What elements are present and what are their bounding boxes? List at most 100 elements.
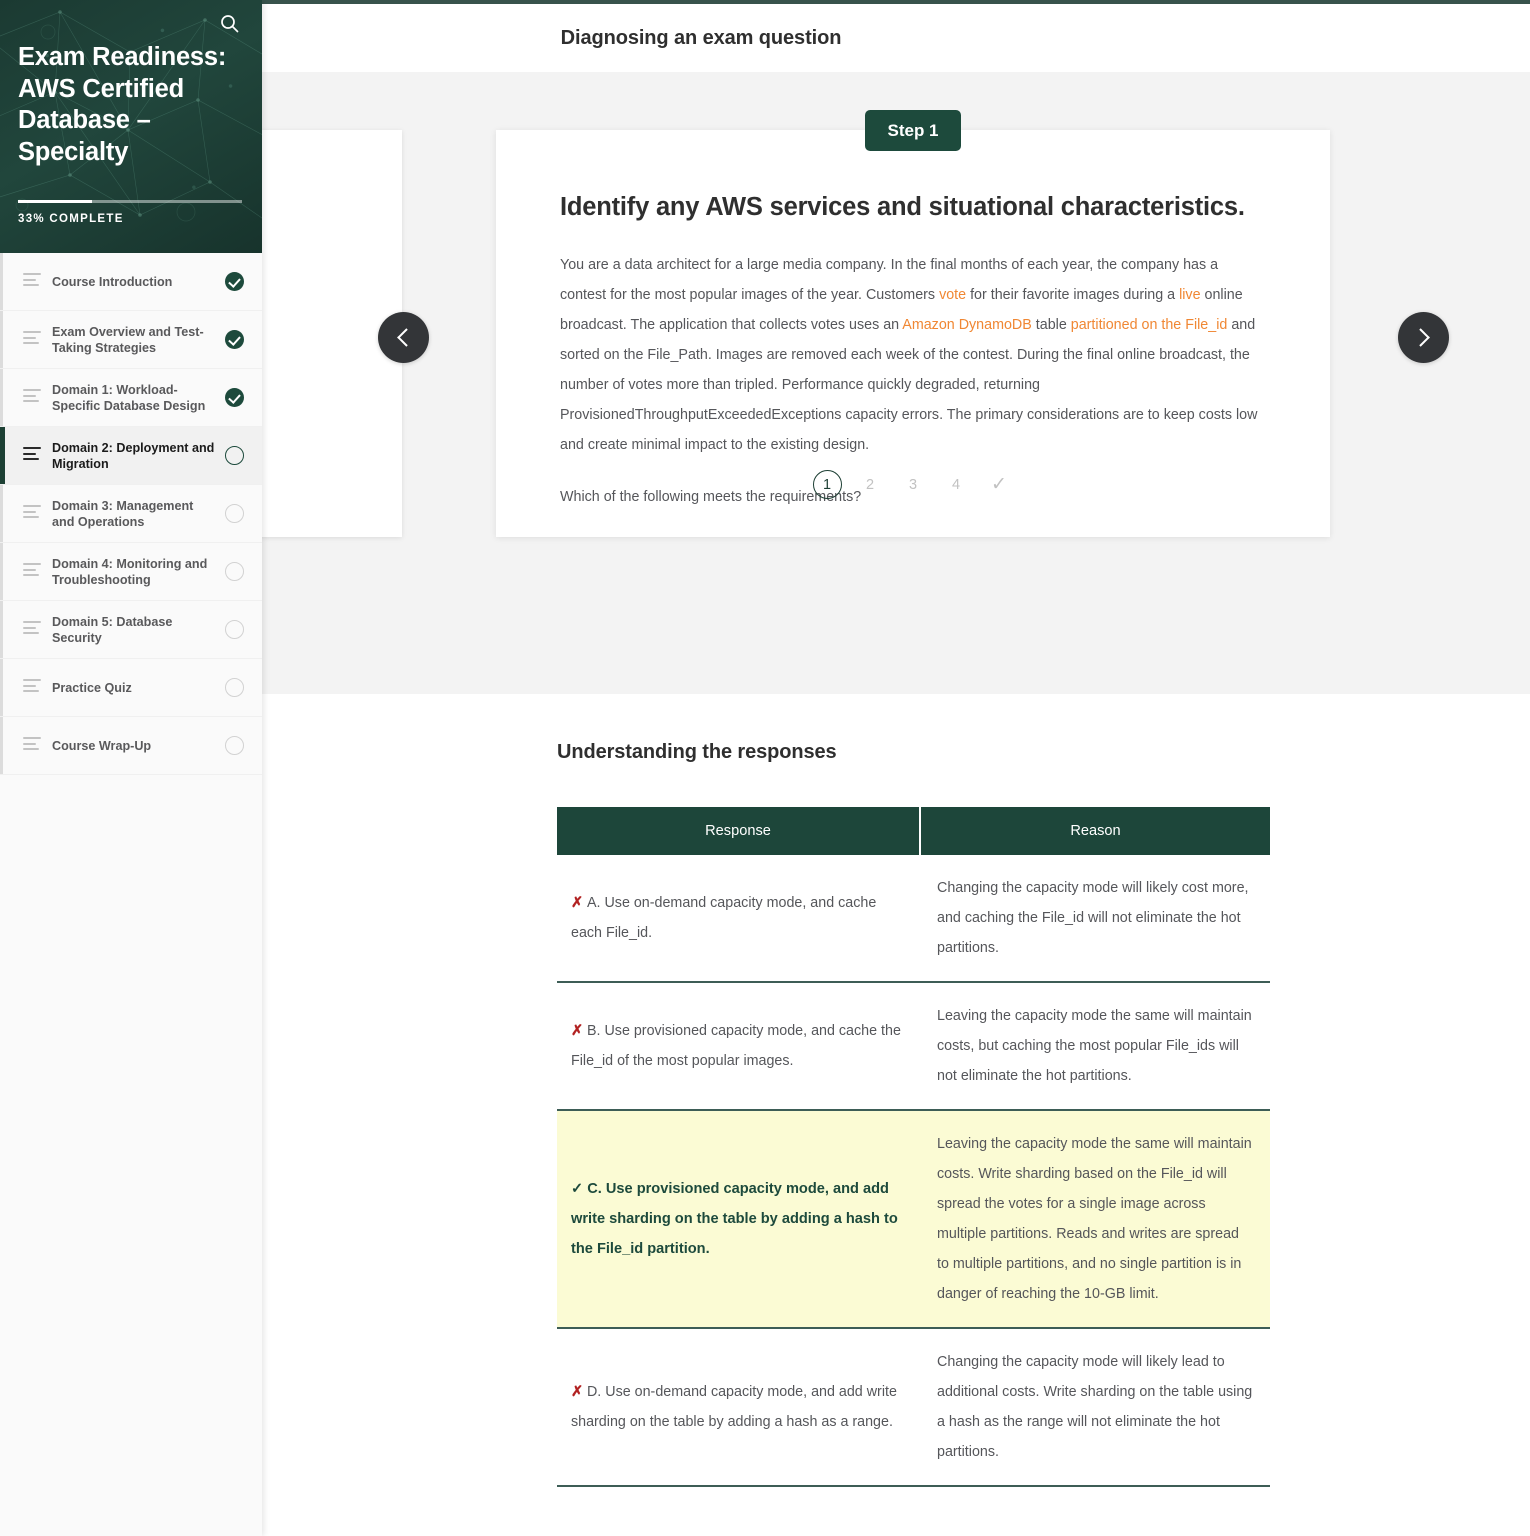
table-row: ✗ A. Use on-demand capacity mode, and cac… xyxy=(557,855,1270,983)
sidebar-item-status-empty xyxy=(225,620,244,639)
lesson-list-icon xyxy=(23,679,41,696)
table-head: Response Reason xyxy=(557,807,1270,855)
step-carousel: Step 1 Identify any AWS services and sit… xyxy=(262,72,1530,694)
question-card: Identify any AWS services and situationa… xyxy=(496,130,1330,537)
incorrect-x-icon: ✗ xyxy=(571,1384,583,1400)
sidebar-item-exam-overview-and-test-taking-strategies[interactable]: Exam Overview and Test-Taking Strategies xyxy=(0,311,262,369)
sidebar-item-label: Practice Quiz xyxy=(52,680,132,695)
reason-cell: Changing the capacity mode will likely l… xyxy=(920,1328,1270,1487)
lesson-list-icon xyxy=(23,563,41,580)
active-indicator xyxy=(0,427,5,484)
scenario-text: and sorted on the File_Path. Images are … xyxy=(560,317,1258,453)
next-step-button[interactable] xyxy=(1398,312,1449,363)
sidebar-item-label: Course Wrap-Up xyxy=(52,738,152,753)
step-pagination: 1 2 3 4 ✓ xyxy=(496,470,1330,499)
lesson-list-icon xyxy=(23,331,41,348)
sidebar-item-label: Domain 2: Deployment and Migration xyxy=(52,440,215,471)
highlighted-term: live xyxy=(1179,287,1201,303)
page-header: Diagnosing an exam question xyxy=(262,4,1530,72)
sidebar-item-status-done xyxy=(225,330,244,349)
sidebar-item-status-open xyxy=(225,446,244,465)
sidebar-item-domain-3-management-and-operations[interactable]: Domain 3: Management and Operations xyxy=(0,485,262,543)
active-indicator xyxy=(0,311,3,368)
progress-section: 33% COMPLETE xyxy=(18,200,242,225)
progress-label: 33% COMPLETE xyxy=(18,213,124,225)
sidebar-item-domain-1-workload-specific-database-design[interactable]: Domain 1: Workload-Specific Database Des… xyxy=(0,369,262,427)
response-text: B. Use provisioned capacity mode, and ca… xyxy=(571,1023,901,1069)
highlighted-term: Amazon DynamoDB xyxy=(902,317,1032,333)
course-nav: Course Introduction Exam Overview and Tes… xyxy=(0,253,262,775)
lesson-list-icon xyxy=(23,447,41,464)
column-header-response: Response xyxy=(557,807,921,855)
sidebar-item-status-done xyxy=(225,272,244,291)
active-indicator xyxy=(0,601,3,658)
table-body: ✗ A. Use on-demand capacity mode, and cac… xyxy=(557,855,1270,1487)
responses-title: Understanding the responses xyxy=(557,741,837,763)
sidebar-item-course-wrap-up[interactable]: Course Wrap-Up xyxy=(0,717,262,775)
table-row: ✗ B. Use provisioned capacity mode, and c… xyxy=(557,982,1270,1111)
previous-step-button[interactable] xyxy=(378,312,429,363)
sidebar-item-domain-2-deployment-and-migration[interactable]: Domain 2: Deployment and Migration xyxy=(0,427,262,485)
active-indicator xyxy=(0,717,3,774)
table-row: ✗ D. Use on-demand capacity mode, and add… xyxy=(557,1328,1270,1487)
active-indicator xyxy=(0,659,3,716)
sidebar-item-status-empty xyxy=(225,678,244,697)
responses-section: Understanding the responses Response Rea… xyxy=(262,694,1530,1487)
table-row: ✓ C. Use provisioned capacity mode, and a… xyxy=(557,1110,1270,1329)
response-text: C. Use provisioned capacity mode, and ad… xyxy=(571,1181,898,1257)
response-cell: ✗ B. Use provisioned capacity mode, and c… xyxy=(557,982,920,1111)
sidebar-item-practice-quiz[interactable]: Practice Quiz xyxy=(0,659,262,717)
sidebar-item-course-introduction[interactable]: Course Introduction xyxy=(0,253,262,311)
pagination-step-1[interactable]: 1 xyxy=(812,470,842,499)
response-cell: ✓ C. Use provisioned capacity mode, and a… xyxy=(557,1110,920,1329)
sidebar-item-status-empty xyxy=(225,504,244,523)
incorrect-x-icon: ✗ xyxy=(571,1023,583,1039)
app-root: Exam Readiness: AWS Certified Database –… xyxy=(0,0,1530,1536)
sidebar-item-label: Domain 3: Management and Operations xyxy=(52,498,194,529)
highlighted-term: partitioned on the File_id xyxy=(1070,317,1228,333)
sidebar-item-label: Course Introduction xyxy=(52,274,173,289)
response-cell: ✗ A. Use on-demand capacity mode, and cac… xyxy=(557,855,920,983)
active-indicator xyxy=(0,253,3,310)
check-icon[interactable]: ✓ xyxy=(985,470,1014,499)
search-icon xyxy=(220,14,238,32)
main-content: Diagnosing an exam question Step 1 Ident… xyxy=(262,0,1530,1536)
sidebar-item-status-done xyxy=(225,388,244,407)
pagination-step-2[interactable]: 2 xyxy=(856,470,885,499)
table-header-row: Response Reason xyxy=(557,807,1270,855)
active-indicator xyxy=(0,543,3,600)
sidebar-item-label: Exam Overview and Test-Taking Strategies xyxy=(52,324,204,355)
sidebar-item-label: Domain 5: Database Security xyxy=(52,614,173,645)
course-title: Exam Readiness: AWS Certified Database –… xyxy=(18,43,227,166)
page-title: Diagnosing an exam question xyxy=(560,26,842,49)
sidebar-item-domain-5-database-security[interactable]: Domain 5: Database Security xyxy=(0,601,262,659)
responses-table: Response Reason ✗ A. Use on-demand capaci… xyxy=(557,807,1270,1487)
lesson-list-icon xyxy=(23,737,41,754)
lesson-list-icon xyxy=(23,621,41,638)
sidebar-item-status-empty xyxy=(225,562,244,581)
scenario-text: for their favorite images during a xyxy=(966,287,1180,303)
step-badge: Step 1 xyxy=(865,110,961,151)
response-cell: ✗ D. Use on-demand capacity mode, and add… xyxy=(557,1328,920,1487)
column-header-reason: Reason xyxy=(920,807,1270,855)
course-sidebar: Exam Readiness: AWS Certified Database –… xyxy=(0,0,262,1536)
active-indicator xyxy=(0,485,3,542)
scenario-text: table xyxy=(1031,317,1071,333)
reason-cell: Leaving the capacity mode the same will … xyxy=(920,1110,1270,1329)
progress-track xyxy=(18,200,242,203)
sidebar-item-label: Domain 1: Workload-Specific Database Des… xyxy=(52,382,206,413)
question-scenario: You are a data architect for a large med… xyxy=(560,250,1266,460)
question-heading: Identify any AWS services and situationa… xyxy=(560,193,1245,221)
response-text: D. Use on-demand capacity mode, and add … xyxy=(571,1384,897,1430)
search-button[interactable] xyxy=(214,8,244,38)
pagination-step-4[interactable]: 4 xyxy=(942,470,971,499)
correct-check-icon: ✓ xyxy=(571,1181,584,1197)
lesson-list-icon xyxy=(23,389,41,406)
pagination-step-3[interactable]: 3 xyxy=(899,470,928,499)
highlighted-term: vote xyxy=(939,287,967,303)
sidebar-item-domain-4-monitoring-and-troubleshooting[interactable]: Domain 4: Monitoring and Troubleshooting xyxy=(0,543,262,601)
lesson-list-icon xyxy=(23,505,41,522)
sidebar-item-status-empty xyxy=(225,736,244,755)
course-hero: Exam Readiness: AWS Certified Database –… xyxy=(0,0,262,253)
active-indicator xyxy=(0,369,3,426)
